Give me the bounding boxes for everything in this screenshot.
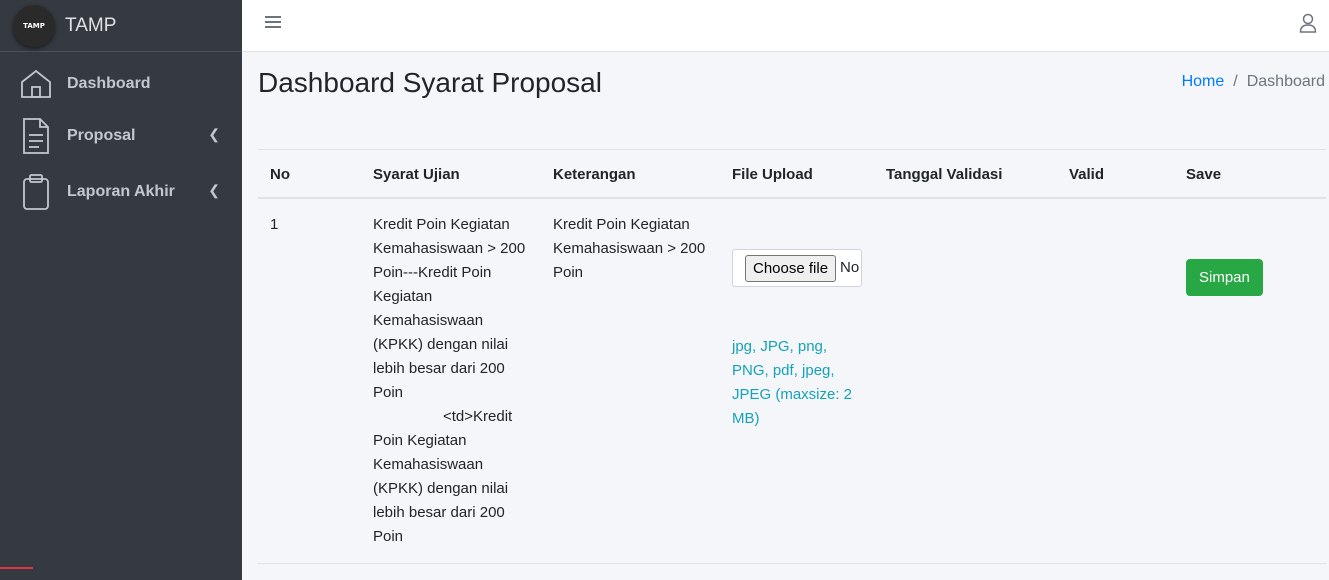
menu-toggle-icon[interactable] — [265, 13, 281, 35]
column-header-valid: Valid — [1057, 149, 1174, 199]
sidebar-item-label: Laporan Akhir — [67, 183, 175, 200]
sidebar-footer-accent — [0, 567, 33, 580]
sidebar-nav: Dashboard Proposal ❮ Laporan Akhir ❮ — [0, 52, 242, 220]
cell-keterangan: Kredit Poin Kegiatan Kemahasiswaan > 200… — [541, 198, 720, 564]
top-navbar — [242, 0, 1329, 52]
sidebar-item-dashboard[interactable]: Dashboard — [0, 60, 242, 108]
brand-name: TAMP — [65, 14, 117, 36]
sidebar: TAMP TAMP Dashboard Proposal ❮ Laporan A… — [0, 0, 242, 580]
document-icon — [19, 118, 53, 154]
column-header-file-upload: File Upload — [720, 149, 874, 199]
simpan-button[interactable]: Simpan — [1186, 259, 1263, 296]
file-status-text: No — [840, 259, 860, 276]
cell-no: 1 — [258, 198, 361, 564]
breadcrumb: Home / Dashboard — [1182, 73, 1325, 91]
requirements-table-container: No Syarat Ujian Keterangan File Upload T… — [258, 149, 1326, 564]
sidebar-item-proposal[interactable]: Proposal ❮ — [0, 108, 242, 164]
table-row: 1 Kredit Poin Kegiatan Kemahasiswaan > 2… — [258, 198, 1326, 564]
brand-link[interactable]: TAMP TAMP — [0, 0, 242, 52]
breadcrumb-home-link[interactable]: Home — [1182, 73, 1225, 91]
column-header-keterangan: Keterangan — [541, 149, 720, 199]
cell-valid — [1057, 198, 1174, 564]
file-help-text: jpg, JPG, png, PNG, pdf, jpeg, JPEG (max… — [732, 338, 853, 427]
sidebar-item-label: Dashboard — [67, 75, 151, 92]
column-header-tanggal-validasi: Tanggal Validasi — [874, 149, 1057, 199]
user-icon[interactable] — [1299, 13, 1317, 33]
table-header-row: No Syarat Ujian Keterangan File Upload T… — [258, 149, 1326, 199]
chevron-left-icon: ❮ — [208, 182, 220, 198]
breadcrumb-current: Dashboard — [1246, 73, 1325, 90]
cell-save: Simpan — [1174, 198, 1326, 564]
syarat-extra-text: <td>Kredit Poin Kegiatan Kemahasiswaan (… — [373, 408, 513, 545]
clipboard-icon — [19, 174, 53, 210]
requirements-table: No Syarat Ujian Keterangan File Upload T… — [258, 149, 1326, 564]
breadcrumb-separator: / — [1233, 73, 1238, 90]
sidebar-item-label: Proposal — [67, 127, 136, 144]
syarat-text: Kredit Poin Kegiatan Kemahasiswaan > 200… — [373, 216, 526, 401]
chevron-left-icon: ❮ — [208, 126, 220, 142]
choose-file-button[interactable]: Choose file — [745, 254, 837, 282]
column-header-syarat-ujian: Syarat Ujian — [361, 149, 541, 199]
brand-logo: TAMP — [13, 4, 55, 47]
cell-file-upload: Choose file No jpg, JPG, png, PNG, pdf, … — [720, 198, 874, 564]
sidebar-item-laporan-akhir[interactable]: Laporan Akhir ❮ — [0, 164, 242, 220]
column-header-save: Save — [1174, 149, 1326, 199]
column-header-no: No — [258, 149, 361, 199]
cell-tanggal-validasi — [874, 198, 1057, 564]
cell-syarat-ujian: Kredit Poin Kegiatan Kemahasiswaan > 200… — [361, 198, 541, 564]
home-icon — [19, 67, 53, 101]
file-input[interactable]: Choose file No — [732, 249, 862, 287]
page-title: Dashboard Syarat Proposal — [258, 67, 602, 98]
